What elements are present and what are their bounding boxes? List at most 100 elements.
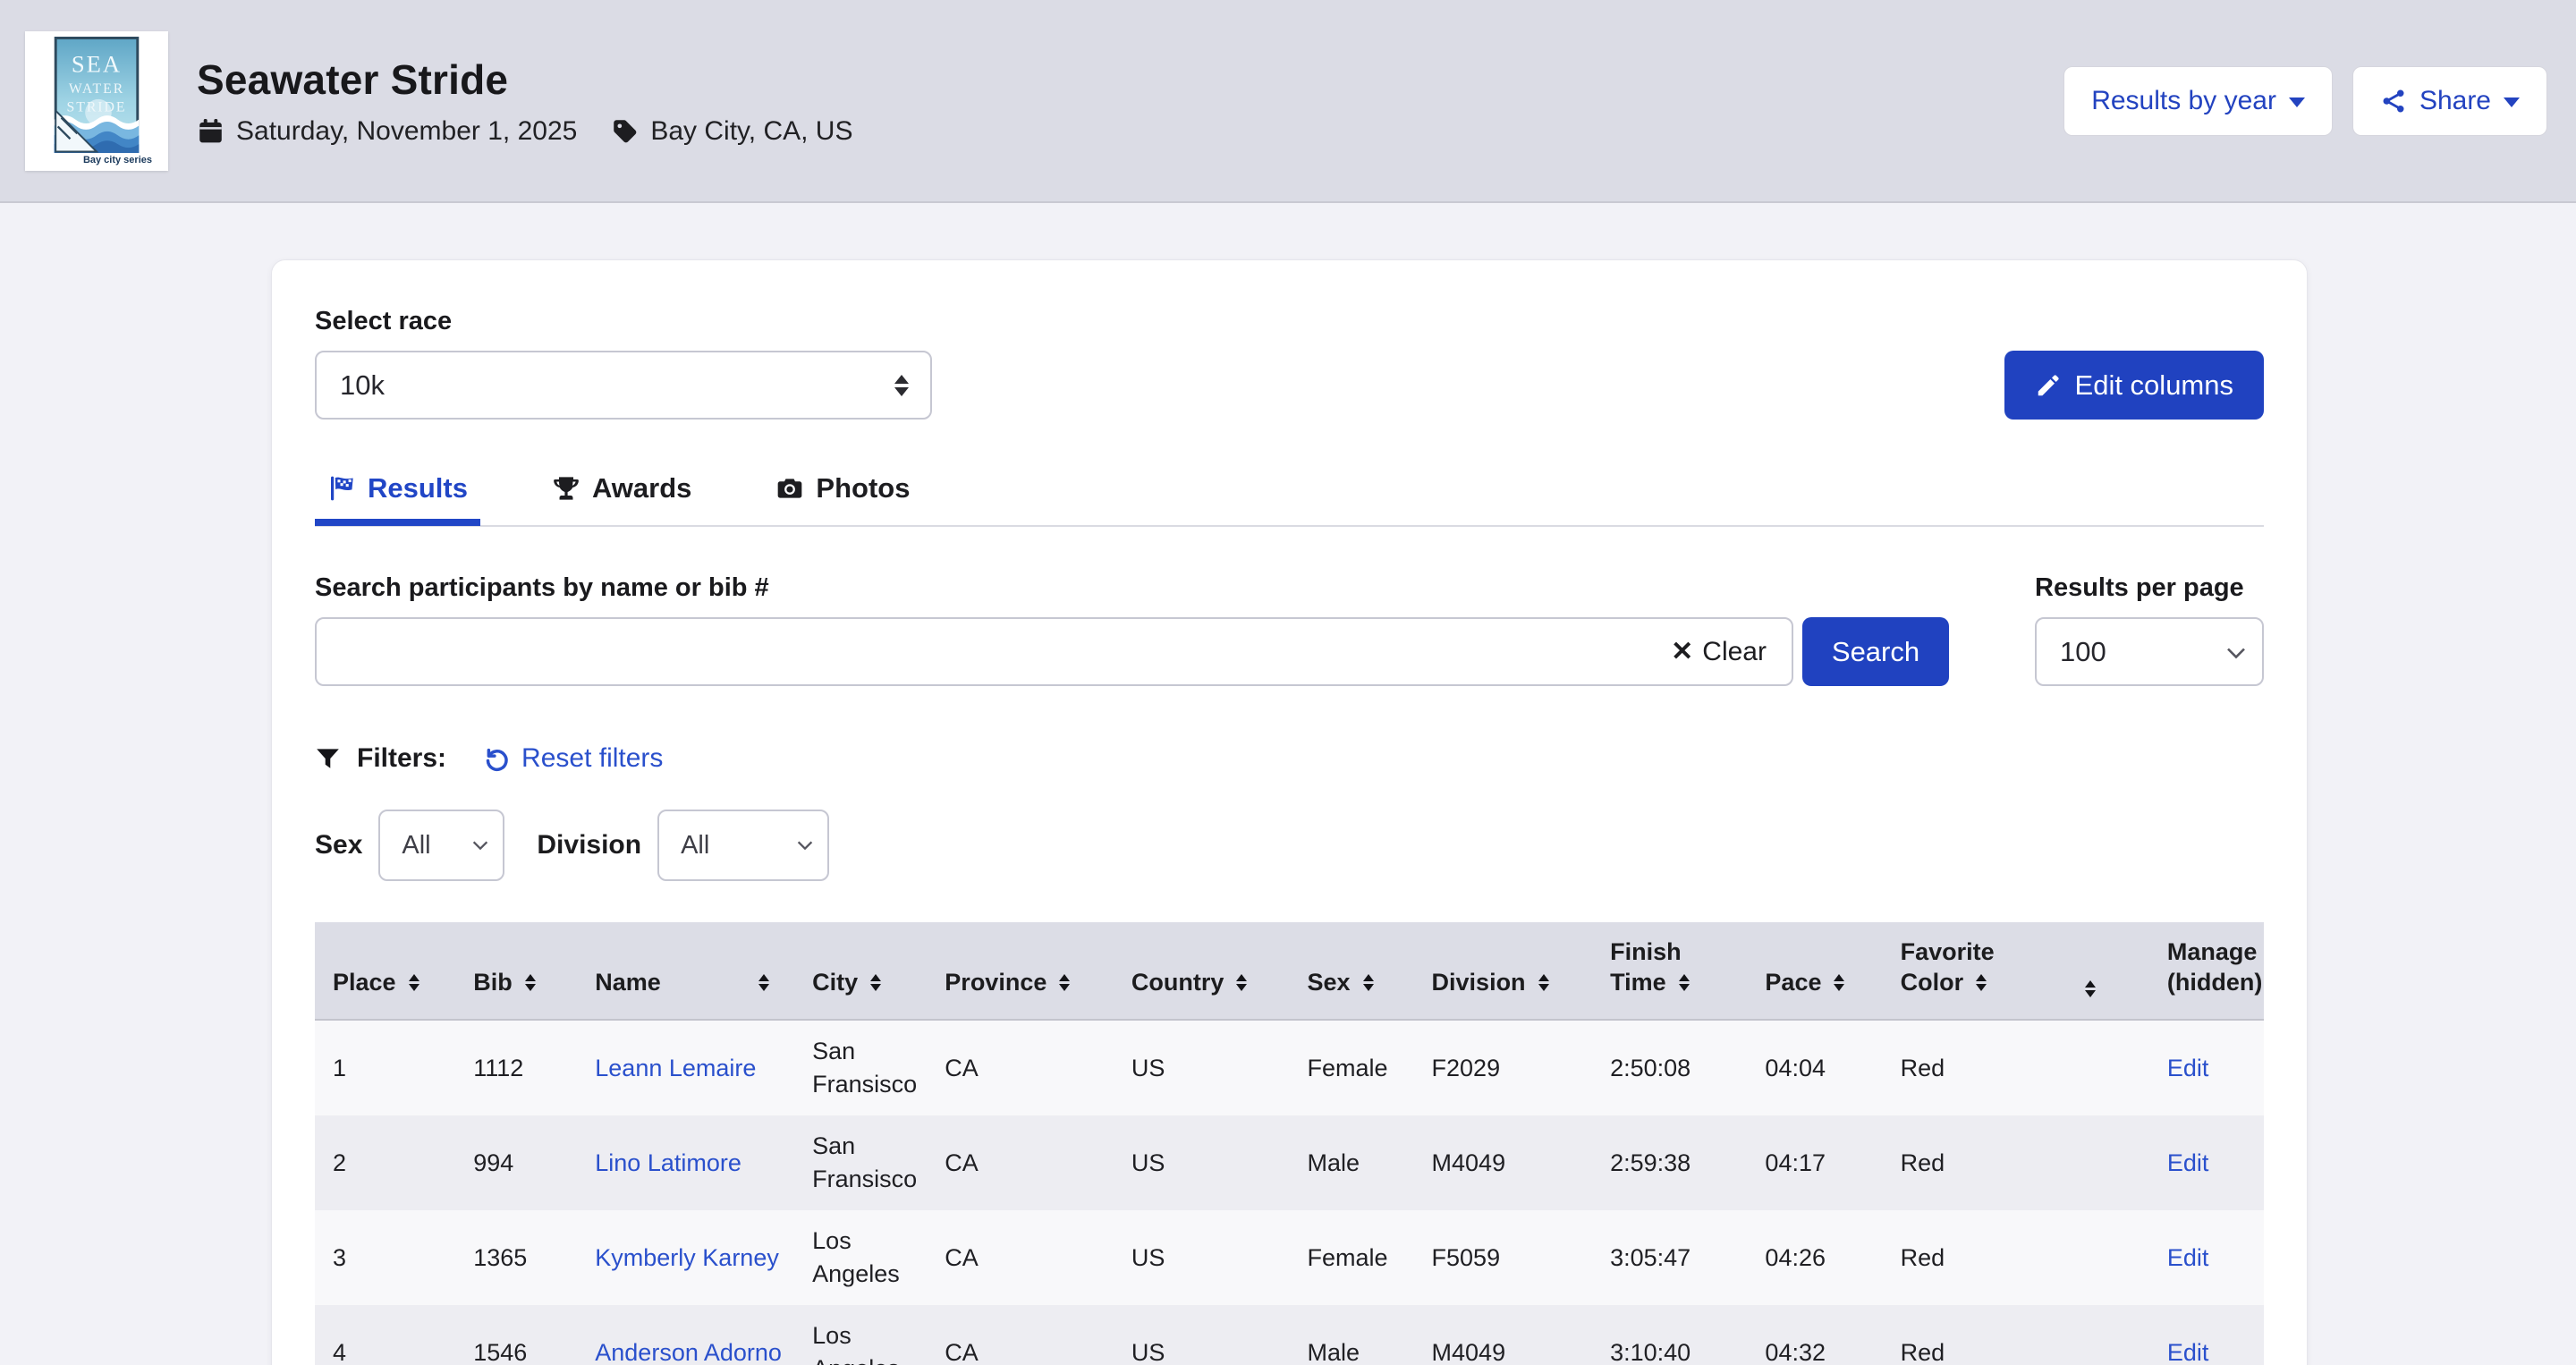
sort-icon[interactable] xyxy=(1538,974,1549,991)
column-header-province[interactable]: Province xyxy=(927,922,1114,1020)
edit-link[interactable]: Edit xyxy=(2167,1339,2209,1365)
cell-province: CA xyxy=(927,1115,1114,1210)
column-header-sort[interactable] xyxy=(2055,922,2149,1020)
name-link[interactable]: Leann Lemaire xyxy=(595,1055,756,1081)
column-header-division[interactable]: Division xyxy=(1414,922,1593,1020)
cell-favorite_color: Red xyxy=(1883,1020,2055,1115)
app-header: SEA WATER STRIDE Bay city series Seawate… xyxy=(0,0,2576,203)
column-label: City xyxy=(812,967,858,997)
cell-extra xyxy=(2055,1115,2149,1210)
cell-favorite_color: Red xyxy=(1883,1115,2055,1210)
cell-finish_time: 2:50:08 xyxy=(1592,1020,1747,1115)
pencil-icon xyxy=(2035,372,2062,399)
sort-icon[interactable] xyxy=(1976,974,1987,991)
cell-city: Los Angeles xyxy=(794,1305,927,1365)
sort-icon[interactable] xyxy=(1363,974,1374,991)
column-label: Name xyxy=(595,967,661,997)
results-card: Select race 10k Edit columns ResultsAwar… xyxy=(271,259,2308,1365)
sort-icon[interactable] xyxy=(1059,974,1070,991)
per-page-select[interactable]: 100 xyxy=(2035,617,2264,686)
search-button[interactable]: Search xyxy=(1802,617,1949,686)
column-label: Pace xyxy=(1765,967,1821,997)
results-by-year-label: Results by year xyxy=(2091,86,2276,116)
cell-sex: Female xyxy=(1289,1210,1413,1305)
calendar-icon xyxy=(197,117,225,145)
event-location: Bay City, CA, US xyxy=(650,116,852,147)
tag-icon xyxy=(611,117,639,145)
column-header-name[interactable]: Name xyxy=(577,922,794,1020)
cell-bib: 1365 xyxy=(455,1210,577,1305)
event-logo-poster: SEA WATER STRIDE xyxy=(54,37,140,153)
column-header-finish-time[interactable]: FinishTime xyxy=(1592,922,1747,1020)
tab-label: Awards xyxy=(592,472,691,504)
name-link[interactable]: Kymberly Karney xyxy=(595,1244,779,1271)
cell-extra xyxy=(2055,1305,2149,1365)
column-header-sex[interactable]: Sex xyxy=(1289,922,1413,1020)
name-link[interactable]: Anderson Adorno xyxy=(595,1339,782,1365)
table-row: 2994Lino LatimoreSan FransiscoCAUSMaleM4… xyxy=(315,1115,2264,1210)
column-label: Sex xyxy=(1307,967,1350,997)
cell-pace: 04:17 xyxy=(1747,1115,1882,1210)
page-title: Seawater Stride xyxy=(197,55,853,104)
table-row: 41546Anderson AdornoLos AngelesCAUSMaleM… xyxy=(315,1305,2264,1365)
sort-icon[interactable] xyxy=(1679,974,1690,991)
sort-icon[interactable] xyxy=(870,974,881,991)
clear-button[interactable]: ✕ Clear xyxy=(1655,636,1783,667)
share-button[interactable]: Share xyxy=(2352,66,2547,136)
cell-province: CA xyxy=(927,1210,1114,1305)
cell-manage: Edit xyxy=(2149,1305,2264,1365)
results-by-year-button[interactable]: Results by year xyxy=(2063,66,2333,136)
column-label: Time xyxy=(1610,967,1666,997)
search-box: ✕ Clear xyxy=(315,617,1793,686)
edit-columns-label: Edit columns xyxy=(2075,369,2233,402)
column-label: (hidden) xyxy=(2167,967,2262,997)
race-select[interactable]: 10k xyxy=(315,351,932,420)
cell-finish_time: 2:59:38 xyxy=(1592,1115,1747,1210)
cell-place: 4 xyxy=(315,1305,455,1365)
sort-icon[interactable] xyxy=(409,974,419,991)
column-label: Bib xyxy=(473,967,513,997)
sex-select[interactable]: All xyxy=(378,810,504,881)
cell-division: M4049 xyxy=(1414,1115,1593,1210)
edit-columns-button[interactable]: Edit columns xyxy=(2004,351,2264,420)
edit-link[interactable]: Edit xyxy=(2167,1055,2209,1081)
column-label: Country xyxy=(1131,967,1224,997)
per-page-label: Results per page xyxy=(2035,573,2264,603)
share-icon xyxy=(2380,88,2407,114)
name-link[interactable]: Lino Latimore xyxy=(595,1149,741,1176)
column-header-city[interactable]: City xyxy=(794,922,927,1020)
column-header-country[interactable]: Country xyxy=(1114,922,1290,1020)
cell-country: US xyxy=(1114,1115,1290,1210)
sort-icon[interactable] xyxy=(525,974,536,991)
tab-awards[interactable]: Awards xyxy=(539,472,704,526)
reset-icon xyxy=(484,745,511,772)
reset-filters-link[interactable]: Reset filters xyxy=(484,743,663,774)
division-select[interactable]: All xyxy=(657,810,829,881)
svg-text:WATER: WATER xyxy=(69,81,124,97)
sort-icon[interactable] xyxy=(2085,980,2096,997)
sort-icon[interactable] xyxy=(758,974,769,991)
cell-finish_time: 3:05:47 xyxy=(1592,1210,1747,1305)
cell-name: Lino Latimore xyxy=(577,1115,794,1210)
column-header-place[interactable]: Place xyxy=(315,922,455,1020)
cell-extra xyxy=(2055,1210,2149,1305)
cell-division: M4049 xyxy=(1414,1305,1593,1365)
cell-bib: 1112 xyxy=(455,1020,577,1115)
tab-results[interactable]: Results xyxy=(315,472,480,526)
tab-photos[interactable]: Photos xyxy=(763,472,922,526)
sort-icon[interactable] xyxy=(1236,974,1247,991)
edit-link[interactable]: Edit xyxy=(2167,1244,2209,1271)
funnel-icon xyxy=(315,746,341,772)
cell-name: Anderson Adorno xyxy=(577,1305,794,1365)
column-header-favorite-color[interactable]: FavoriteColor xyxy=(1883,922,2055,1020)
column-header-bib[interactable]: Bib xyxy=(455,922,577,1020)
edit-link[interactable]: Edit xyxy=(2167,1149,2209,1176)
search-input[interactable] xyxy=(317,619,1655,684)
cell-pace: 04:32 xyxy=(1747,1305,1882,1365)
sort-icon[interactable] xyxy=(1834,974,1844,991)
cell-place: 2 xyxy=(315,1115,455,1210)
tab-label: Results xyxy=(368,472,468,504)
column-label: Division xyxy=(1432,967,1526,997)
column-label: Place xyxy=(333,967,396,997)
column-header-pace[interactable]: Pace xyxy=(1747,922,1882,1020)
